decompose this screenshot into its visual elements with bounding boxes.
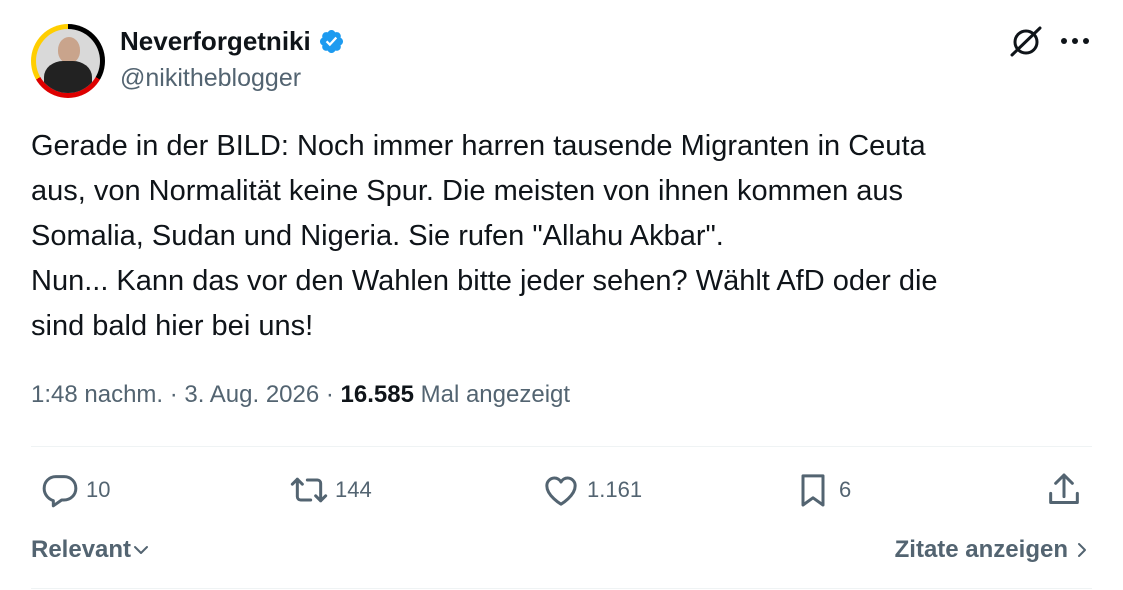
author-name-row: Neverforgetniki — [120, 26, 345, 57]
bookmark-button[interactable]: 6 — [793, 470, 851, 510]
view-quotes-link[interactable]: Zitate anzeigen — [895, 536, 1092, 564]
avatar-photo — [36, 29, 100, 93]
author-display-name[interactable]: Neverforgetniki — [120, 26, 311, 57]
share-icon — [1049, 473, 1079, 504]
views-label: Mal angezeigt — [413, 381, 571, 408]
repost-button[interactable]: 144 — [289, 470, 372, 510]
tweet-line: aus, von Normalität keine Spur. Die meis… — [31, 175, 904, 207]
author-handle[interactable]: @nikitheblogger — [120, 64, 301, 93]
tweet-line: sind bald hier bei uns! — [31, 310, 314, 342]
bookmark-count: 6 — [839, 477, 852, 502]
sort-label: Relevant — [31, 536, 132, 563]
chevron-right-icon — [1078, 543, 1086, 557]
repost-count: 144 — [335, 477, 372, 502]
meta-separator: · — [163, 381, 185, 408]
avatar[interactable] — [31, 24, 105, 98]
tweet-line: Nun... Kann das vor den Wahlen bitte jed… — [31, 265, 938, 297]
bookmark-icon — [801, 474, 825, 507]
meta-separator: · — [319, 381, 341, 408]
like-icon — [545, 476, 577, 506]
grok-icon[interactable] — [1006, 22, 1046, 62]
views-count: 16.585 — [340, 381, 414, 408]
sort-dropdown[interactable]: Relevant — [31, 536, 151, 564]
more-icon[interactable] — [1058, 30, 1092, 52]
reply-icon — [42, 475, 78, 508]
tweet-text: Gerade in der BILD: Noch immer harren ta… — [31, 124, 1081, 349]
quotes-label: Zitate anzeigen — [894, 536, 1068, 563]
tweet-line: Somalia, Sudan und Nigeria. Sie rufen "A… — [31, 220, 724, 252]
divider — [31, 446, 1092, 447]
share-button[interactable] — [1044, 470, 1084, 510]
chevron-down-icon — [134, 546, 149, 554]
like-button[interactable]: 1.161 — [541, 470, 642, 510]
reply-button[interactable]: 10 — [40, 470, 110, 510]
tweet-meta: 1:48 nachm. · 3. Aug. 2026 · 16.585 Mal … — [31, 381, 570, 409]
repost-icon — [290, 477, 328, 503]
tweet-time[interactable]: 1:48 nachm. — [31, 381, 163, 408]
divider — [31, 588, 1092, 589]
tweet-date[interactable]: 3. Aug. 2026 — [184, 381, 319, 408]
reply-count: 10 — [86, 477, 111, 502]
verified-icon — [319, 29, 343, 54]
like-count: 1.161 — [587, 477, 643, 502]
tweet-line: Gerade in der BILD: Noch immer harren ta… — [31, 130, 926, 162]
